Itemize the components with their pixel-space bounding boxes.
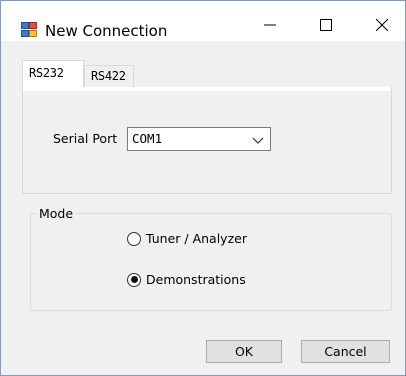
radio-tuner-analyzer[interactable]: Tuner / Analyzer [127,231,247,246]
radio-label: Demonstrations [146,272,246,287]
cancel-button[interactable]: Cancel [301,340,390,363]
radio-demonstrations[interactable]: Demonstrations [127,272,246,287]
radio-button[interactable] [127,231,141,246]
maximize-icon [320,18,332,34]
tab-panel-header [22,87,392,91]
mode-group-label: Mode [37,206,76,221]
radio-dot [130,276,138,283]
minimize-button[interactable] [247,11,293,41]
close-button[interactable] [359,11,405,41]
maximize-button[interactable] [303,11,349,41]
title-bar: New Connection [1,1,405,41]
serial-port-value: COM1 [132,131,163,146]
serial-port-label: Serial Port [53,131,118,146]
close-icon [375,18,389,34]
tab-rs422[interactable]: RS422 [84,65,134,87]
minimize-icon [264,19,276,34]
ok-button[interactable]: OK [206,340,282,363]
new-connection-dialog: New Connection RS232 RS422 Serial Port C… [0,0,406,376]
tab-rs232[interactable]: RS232 [22,60,84,87]
radio-button-selected[interactable] [127,272,141,287]
network-app-icon [21,22,37,38]
mode-group [30,213,392,311]
chevron-down-icon [252,134,264,144]
serial-port-dropdown[interactable]: COM1 [127,127,271,151]
radio-label: Tuner / Analyzer [146,231,247,246]
window-title: New Connection [45,22,168,40]
